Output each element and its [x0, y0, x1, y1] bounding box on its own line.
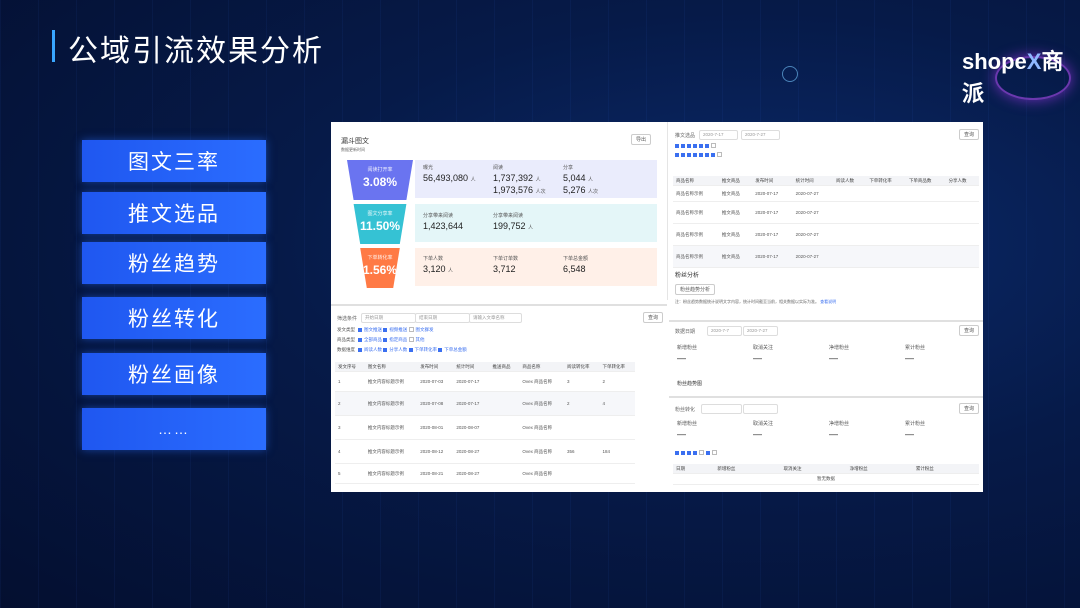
- product-end-date[interactable]: 2020-7-27: [741, 130, 780, 140]
- article-list-panel: 筛选条件 开始日期 结束日期 请输入文章名称 查询 发文类型 图文推送 视频推送 …: [331, 304, 667, 492]
- conversion-date[interactable]: [743, 404, 778, 414]
- menu-item-more[interactable]: ……: [82, 408, 266, 450]
- conversion-metric: 取消关注 —: [753, 421, 774, 439]
- conversion-metric: 累计粉丝 —: [905, 421, 926, 439]
- table-row[interactable]: 商品名称示例 推文商品 2020-07-17 2020-07-27: [673, 245, 979, 268]
- table-row[interactable]: 商品名称示例 推文商品 2020-07-17 2020-07-27: [673, 185, 979, 202]
- article-filter-row: 商品类型 全部商品 指定商品 其他: [337, 337, 425, 343]
- funnel-stage-2: 图文分享率 11.50%: [353, 204, 407, 244]
- menu-item-tuiwen-xuanpin[interactable]: 推文选品: [82, 192, 266, 234]
- dashboard-screenshot: 漏斗图文 数据更新时间 导出 阅读打开率 3.08% 图文分享率 11.50% …: [331, 122, 983, 492]
- fans-query-button[interactable]: 查询: [959, 325, 980, 336]
- table-row[interactable]: 商品名称示例 推文商品 2020-07-17 2020-07-27: [673, 223, 979, 246]
- menu-item-label: 图文三率: [128, 151, 220, 174]
- table-row: 暂无数据: [673, 473, 979, 485]
- table-row[interactable]: 2 推文内容标题示例 2020-07-08 2020-07-17 Ovex 商品名称 2 4: [335, 391, 635, 416]
- conversion-metric: 新增粉丝 —: [677, 421, 698, 439]
- fans-date-label: 数据日期: [675, 329, 696, 335]
- fans-chart-title: 粉丝趋势图: [677, 381, 703, 387]
- stat-share-read: 分享带来阅读 1,423,644: [423, 213, 464, 231]
- fans-section-title: 粉丝分析: [675, 273, 700, 279]
- conversion-metric: 净增粉丝 —: [829, 421, 850, 439]
- article-filter-row: 发文类型 图文推送 视频推送 图文群发: [337, 327, 434, 333]
- conversion-query-button[interactable]: 查询: [959, 403, 980, 414]
- stat-read: 阅读 1,737,392 人 1,973,576 人次: [493, 165, 546, 195]
- menu-item-label: 粉丝趋势: [128, 253, 220, 276]
- title-accent-bar: [52, 30, 55, 62]
- menu-item-label: ……: [158, 421, 190, 437]
- fans-conversion-panel: 粉丝转化 查询 新增粉丝 — 取消关注 — 净增粉丝 — 累计粉丝 — 日期 新增粉丝 取消…: [669, 396, 983, 492]
- menu-item-label: 粉丝转化: [128, 308, 220, 331]
- funnel-panel: 漏斗图文 数据更新时间 导出 阅读打开率 3.08% 图文分享率 11.50% …: [331, 122, 668, 300]
- conversion-label: 粉丝转化: [675, 407, 696, 413]
- product-filter-label: 推文选品: [675, 133, 696, 139]
- article-filter-label: 筛选条件: [337, 316, 358, 322]
- menu-item-tuwen-sanlv[interactable]: 图文三率: [82, 140, 266, 182]
- funnel-panel-title: 漏斗图文: [341, 138, 369, 145]
- table-row[interactable]: 5 推文内容标题示例 2020-08-21 2020-08-27 Ovex 商品名称: [335, 463, 635, 484]
- fans-note: 注：粉丝趋势数据统计说明文字内容，统计时间截至当前，相关数据以实际为准。 查看说…: [675, 299, 837, 304]
- conversion-select[interactable]: [701, 404, 742, 414]
- menu-item-label: 粉丝画像: [128, 364, 220, 387]
- conversion-filter-row: [675, 450, 719, 456]
- tab-fans-trend[interactable]: 粉丝趋势分析: [675, 284, 716, 295]
- table-header-row: 发文序号 图文名称 发布时间 统计时间 推送商品 商品名称 阅读转化率 下单转化率: [335, 362, 635, 372]
- product-table: 商品名称 推文商品 发布时间 统计时间 阅读人数 下单转化率 下单商品数 分享人数 商品名称示…: [673, 176, 979, 268]
- conversion-table: 日期 新增粉丝 取消关注 净增粉丝 累计粉丝 暂无数据: [673, 464, 979, 485]
- product-start-date[interactable]: 2020-7-17: [699, 130, 738, 140]
- table-header-row: 商品名称 推文商品 发布时间 统计时间 阅读人数 下单转化率 下单商品数 分享人数: [673, 176, 979, 186]
- stat-exposure: 曝光 56,493,080 人: [423, 165, 476, 183]
- stat-order-count: 下单订单数 3,712: [493, 256, 519, 274]
- table-row[interactable]: 3 推文内容标题示例 2020-08-01 2020-08-07 Ovex 商品名称: [335, 415, 635, 440]
- fans-trend-panel: 数据日期 2020-7-7 2020-7-27 查询 新增粉丝 — 取消关注 — 净…: [669, 320, 983, 394]
- fans-metric: 净增粉丝 —: [829, 345, 850, 363]
- product-panel: 推文选品 2020-7-17 2020-7-27 查询 商品名称 推文商品 发布时间…: [669, 122, 983, 322]
- menu-item-fensi-huaxiang[interactable]: 粉丝画像: [82, 353, 266, 395]
- menu-item-fensi-qushi[interactable]: 粉丝趋势: [82, 242, 266, 284]
- fans-metric: 累计粉丝 —: [905, 345, 926, 363]
- menu-item-fensi-zhuanhua[interactable]: 粉丝转化: [82, 297, 266, 339]
- article-table: 发文序号 图文名称 发布时间 统计时间 推送商品 商品名称 阅读转化率 下单转化率 1 推文内容…: [335, 362, 635, 484]
- stat-share: 分享 5,044 人 5,276 人次: [563, 165, 599, 195]
- article-filter-row: 数据维度 阅读人数 分享人数 下单转化率 下单总金额: [337, 347, 467, 352]
- fans-end-date[interactable]: 2020-7-27: [743, 326, 778, 336]
- page-title: 公域引流效果分析: [68, 34, 324, 69]
- menu-item-label: 推文选品: [128, 203, 220, 226]
- stat-order-people: 下单人数 3,120 人: [423, 256, 454, 274]
- stat-order-amount: 下单总金额 6,548: [563, 256, 589, 274]
- funnel-panel-subtitle: 数据更新时间: [341, 147, 365, 152]
- fans-metric: 取消关注 —: [753, 345, 774, 363]
- table-header-row: 日期 新增粉丝 取消关注 净增粉丝 累计粉丝: [673, 464, 979, 474]
- funnel-stage-1: 阅读打开率 3.08%: [347, 160, 413, 200]
- table-row[interactable]: 1 推文内容标题示例 2020-07-03 2020-07-17 Ovex 商品名称 3 2: [335, 371, 635, 392]
- product-query-button[interactable]: 查询: [959, 129, 980, 140]
- brand-logo: shopeX商派: [962, 49, 1064, 106]
- product-filter-row: [675, 143, 718, 149]
- product-filter-row: [675, 152, 724, 158]
- fans-start-date[interactable]: 2020-7-7: [707, 326, 742, 336]
- table-row[interactable]: 商品名称示例 推文商品 2020-07-17 2020-07-27: [673, 201, 979, 224]
- table-row[interactable]: 4 推文内容标题示例 2020-08-12 2020-08-27 Ovex 商品名称 35…: [335, 439, 635, 464]
- article-keyword-input[interactable]: 请输入文章名称: [469, 313, 522, 323]
- article-query-button[interactable]: 查询: [643, 312, 664, 323]
- export-button[interactable]: 导出: [631, 134, 652, 145]
- article-start-date-input[interactable]: 开始日期: [361, 313, 416, 323]
- fans-metric: 新增粉丝 —: [677, 345, 698, 363]
- funnel-stage-3: 下单转化率 1.56%: [360, 248, 400, 288]
- stat-share-read-people: 分享带来阅读 199,752 人: [493, 213, 534, 231]
- article-end-date-input[interactable]: 结束日期: [415, 313, 470, 323]
- decorative-circle: [782, 66, 798, 82]
